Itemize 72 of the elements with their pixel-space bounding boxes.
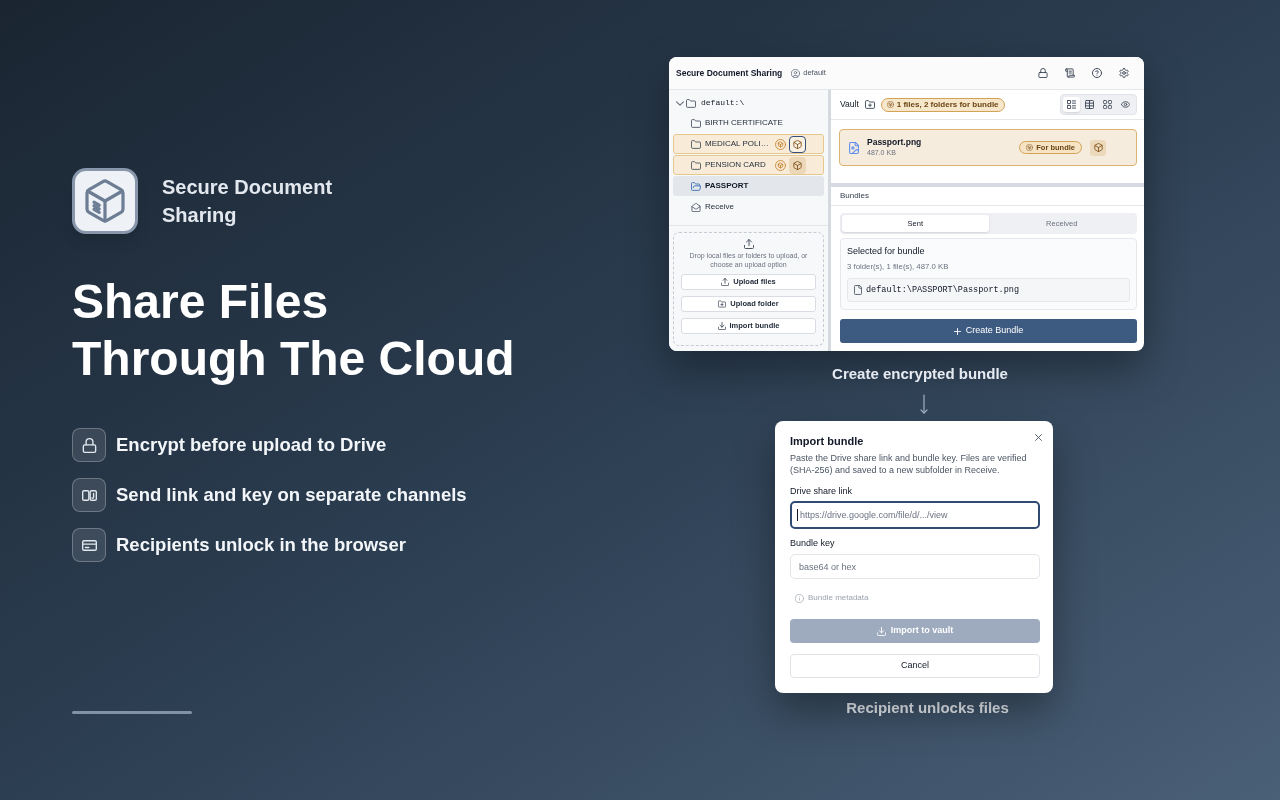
close-icon [1034,433,1042,441]
folder-icon [686,98,696,108]
folder-icon [691,160,701,170]
section-title: Bundles [840,190,869,202]
tree-item[interactable]: PASSPORT [673,176,824,196]
file-icon [854,285,862,295]
two-panels-icon [72,478,106,512]
feature-text: Encrypt before upload to Drive [116,433,387,458]
create-bundle-button[interactable]: Create Bundle [840,319,1137,343]
folder-plus-icon [718,300,727,308]
tree-item[interactable]: PENSION CARD [673,155,824,175]
user-circle-icon [791,68,801,78]
cube-circle-icon [886,101,894,108]
dialog-description: Paste the Drive share link and bundle key. Files are verified (SHA-256) and saved to a new subfolder in Receive. [790,452,1028,476]
table-view-icon [1085,100,1094,109]
badge-label: 1 files, 2 folders for bundle [896,98,999,111]
settings-icon [1119,68,1129,78]
upload-icon [721,278,730,286]
bundle-toggle-button[interactable] [1090,139,1106,156]
window-title: Secure Document Sharing [676,66,783,80]
cube-icon [1093,143,1103,152]
scroll-icon [1065,68,1075,78]
lock-icon [1038,68,1048,78]
close-button[interactable] [1033,432,1043,442]
feature-text: Recipients unlock in the browser [116,533,406,558]
download-icon [717,322,726,330]
view-mode-button[interactable] [1063,97,1080,112]
folder-plus-icon [864,100,875,109]
tree-item[interactable]: MEDICAL POLI… [673,134,824,154]
field-label: Bundle key [790,537,835,549]
plus-icon [953,327,961,335]
bundle-toggle-button[interactable] [789,156,806,174]
headline: Share Files Through The Cloud [72,274,515,387]
cube-icon [793,139,802,149]
text-cursor [797,509,798,521]
new-folder-button[interactable] [863,98,876,111]
file-name: Passport.png [867,137,922,148]
cancel-button[interactable]: Cancel [790,654,1040,678]
caption: Create encrypted bundle [832,365,1008,383]
dialog-title: Import bundle [790,434,864,448]
cube-circle-icon [775,159,786,171]
open-folder-icon [691,181,701,191]
grid-view-icon [1103,100,1112,109]
envelope-open-icon [691,202,701,212]
cube-icon [793,160,802,170]
app-name: Secure Document Sharing [162,175,334,228]
card-icon [72,528,106,562]
tree-item[interactable]: Receive [673,197,824,217]
list-view-icon [1067,100,1076,109]
folder-icon [691,118,701,128]
section-title: Vault [840,98,859,111]
bundle-toggle-button[interactable] [789,135,806,153]
cube-circle-icon [775,138,786,150]
tree-item[interactable]: default:\ [673,94,824,112]
feature-text: Send link and key on separate channels [116,483,467,508]
caption: Recipient unlocks files [846,699,1009,717]
field-label: Drive share link [790,485,853,497]
upload-icon [743,239,754,249]
text-input[interactable]: https://drive.google.com/file/d/.../view [790,501,1040,529]
info-icon [795,593,804,603]
app-logo-icon [72,168,138,234]
file-path: default:\PASSPORT\Passport.png [866,283,1020,297]
lock-icon [72,428,106,462]
cube-circle-icon [1026,144,1034,151]
selection-title: Selected for bundle [847,246,925,257]
help-icon [1092,68,1102,78]
download-icon [876,626,886,636]
eye-icon [1121,100,1130,109]
down-arrow [920,394,928,414]
folder-icon [691,139,701,149]
tree-item[interactable]: BIRTH CERTIFICATE [673,113,824,133]
image-file-icon [849,141,859,154]
